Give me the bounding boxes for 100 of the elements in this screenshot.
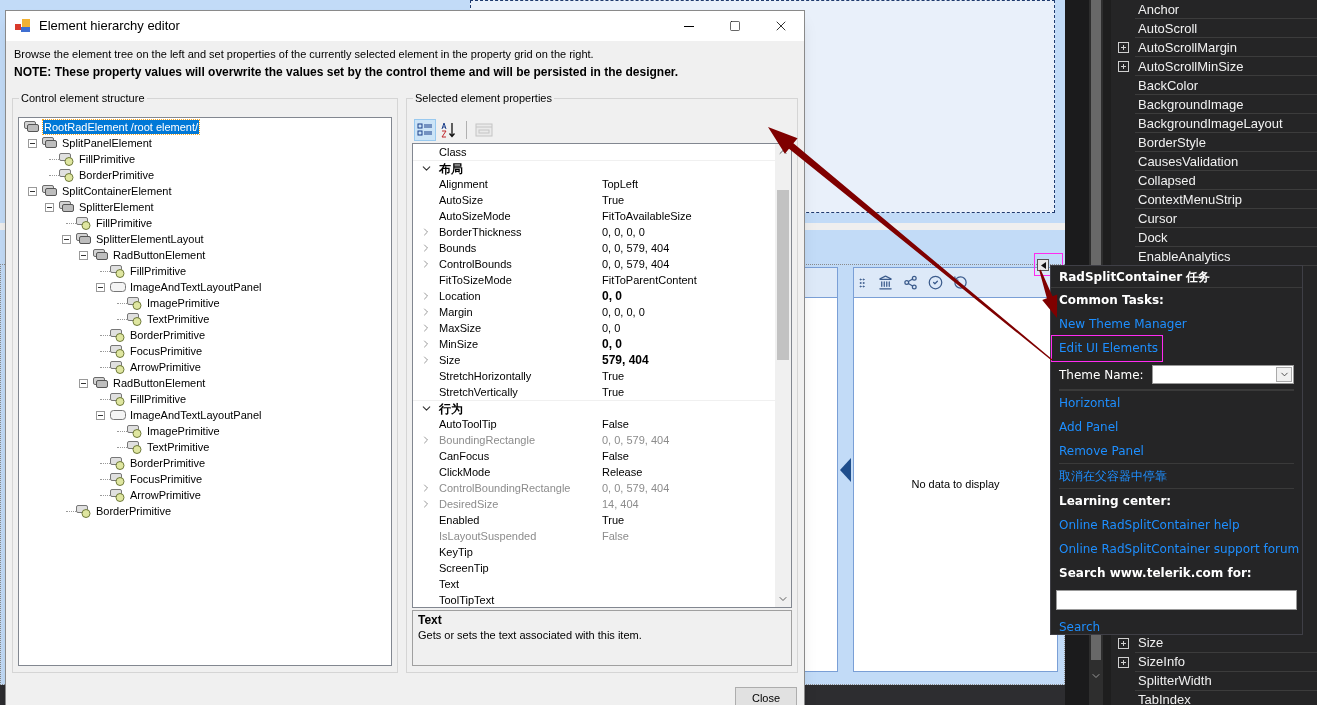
- task-link[interactable]: 取消在父容器中停靠: [1059, 467, 1167, 485]
- theme-name-label: Theme Name:: [1059, 366, 1144, 384]
- property-value: 0, 0, 579, 404: [602, 240, 670, 256]
- property-name: Dock: [1138, 229, 1168, 247]
- property-name: BackColor: [1138, 77, 1198, 95]
- property-name: EnableAnalytics: [1138, 248, 1231, 266]
- property-name: Text: [439, 577, 460, 590]
- category-label: 布局: [439, 160, 463, 177]
- task-link[interactable]: Remove Panel: [1059, 442, 1144, 460]
- task-link[interactable]: Online RadSplitContainer support forum: [1059, 540, 1300, 558]
- window-title: Element hierarchy editor: [39, 17, 180, 36]
- property-name: StretchHorizontally: [439, 369, 532, 382]
- tree-item[interactable]: SplitterElement: [78, 200, 155, 214]
- tree-item[interactable]: FillPrimitive: [129, 264, 188, 278]
- tree-item[interactable]: ImageAndTextLayoutPanel: [129, 280, 263, 294]
- help-title: Text: [418, 613, 443, 628]
- tree-item[interactable]: FillPrimitive: [95, 216, 154, 230]
- property-value: TopLeft: [602, 176, 639, 192]
- description-text: Browse the element tree on the left and set properties of the currently selected element in the property grid on the right.: [14, 46, 594, 62]
- property-name: Anchor: [1138, 1, 1180, 19]
- section-heading: Common Tasks:: [1059, 292, 1164, 309]
- tree-item[interactable]: BorderPrimitive: [78, 168, 156, 182]
- property-name: ScreenTip: [439, 561, 489, 574]
- property-name: StretchVertically: [439, 385, 518, 398]
- tree-item[interactable]: FillPrimitive: [78, 152, 137, 166]
- property-name: BackgroundImage: [1138, 96, 1244, 114]
- property-value: 0, 0, 579, 404: [602, 256, 670, 272]
- section-heading: Learning center:: [1059, 493, 1172, 510]
- property-name: Cursor: [1138, 210, 1177, 228]
- task-link[interactable]: Edit UI Elements: [1051, 334, 1164, 362]
- property-value: 0, 0: [602, 320, 621, 336]
- tree-item[interactable]: SplitContainerElement: [61, 184, 173, 198]
- tree-item[interactable]: RootRadElement /root element/: [43, 120, 200, 134]
- property-name: BoundingRectangle: [439, 433, 536, 446]
- property-value: 0, 0, 579, 404: [602, 432, 670, 448]
- property-name: Collapsed: [1138, 172, 1196, 190]
- property-value: 14, 404: [602, 496, 639, 512]
- property-name: SizeInfo: [1138, 652, 1185, 671]
- tree-item[interactable]: RadButtonElement: [112, 248, 207, 262]
- property-name: CausesValidation: [1138, 153, 1239, 171]
- tree-item[interactable]: ImageAndTextLayoutPanel: [129, 408, 263, 422]
- help-text: Gets or sets the text associated with this item.: [418, 628, 643, 642]
- tree-item[interactable]: ImagePrimitive: [146, 296, 221, 310]
- property-name: DesiredSize: [439, 497, 499, 510]
- property-name: BorderThickness: [439, 225, 522, 238]
- property-name: ControlBoundingRectangle: [439, 481, 571, 494]
- property-value: True: [602, 192, 625, 208]
- tree-item[interactable]: SplitPanelElement: [61, 136, 153, 150]
- tree-item[interactable]: BorderPrimitive: [129, 456, 207, 470]
- property-name: ContextMenuStrip: [1138, 191, 1243, 209]
- tree-item[interactable]: FocusPrimitive: [129, 472, 204, 486]
- property-name: ControlBounds: [439, 257, 512, 270]
- tree-item[interactable]: FillPrimitive: [129, 392, 188, 406]
- property-name: Margin: [439, 305, 473, 318]
- property-name: TabIndex: [1138, 690, 1191, 705]
- tree-item[interactable]: BorderPrimitive: [95, 504, 173, 518]
- panel-title: RadSplitContainer 任务: [1059, 268, 1211, 286]
- property-value: True: [602, 512, 625, 528]
- section-heading: Search www.telerik.com for:: [1059, 565, 1252, 582]
- property-value: 0, 0, 0, 0: [602, 304, 645, 320]
- property-value: Release: [602, 464, 643, 480]
- property-name: AutoToolTip: [439, 417, 497, 430]
- property-value: 579, 404: [602, 352, 649, 369]
- tree-item[interactable]: ImagePrimitive: [146, 424, 221, 438]
- property-value: False: [602, 528, 629, 544]
- note-text: NOTE: These property values will overwrite the values set by the control theme and will be persisted in the designer.: [14, 64, 679, 81]
- tree-item[interactable]: SplitterElementLayout: [95, 232, 205, 246]
- property-name: SplitterWidth: [1138, 671, 1212, 690]
- property-name: Size: [439, 353, 461, 366]
- property-name: Location: [439, 289, 481, 302]
- property-name: AutoSizeMode: [439, 209, 511, 222]
- tree-item[interactable]: RadButtonElement: [112, 376, 207, 390]
- tree-item[interactable]: TextPrimitive: [146, 312, 211, 326]
- tree-item[interactable]: ArrowPrimitive: [129, 488, 202, 502]
- task-link[interactable]: Add Panel: [1059, 418, 1119, 436]
- property-name: CanFocus: [439, 449, 490, 462]
- property-name: FitToSizeMode: [439, 273, 512, 286]
- property-name: ToolTipText: [439, 593, 495, 606]
- property-name: Alignment: [439, 177, 488, 190]
- tree-item[interactable]: TextPrimitive: [146, 440, 211, 454]
- close-dialog-button[interactable]: Close: [735, 687, 797, 705]
- property-value: False: [602, 448, 629, 464]
- task-link[interactable]: Search: [1059, 618, 1101, 636]
- task-link[interactable]: Horizontal: [1059, 394, 1121, 412]
- category-label: 行为: [439, 400, 463, 417]
- property-value: 0, 0, 579, 404: [602, 480, 670, 496]
- property-name: KeyTip: [439, 545, 473, 558]
- group-title: Control element structure: [19, 92, 147, 105]
- task-link[interactable]: Online RadSplitContainer help: [1059, 516, 1240, 534]
- task-link[interactable]: New Theme Manager: [1059, 315, 1187, 333]
- empty-message: No data to display: [911, 477, 1000, 493]
- property-value: 0, 0: [602, 288, 622, 305]
- tree-item[interactable]: BorderPrimitive: [129, 328, 207, 342]
- property-name: Enabled: [439, 513, 480, 526]
- property-name: Class: [439, 145, 467, 158]
- property-name: ClickMode: [439, 465, 491, 478]
- tree-item[interactable]: ArrowPrimitive: [129, 360, 202, 374]
- tree-item[interactable]: FocusPrimitive: [129, 344, 204, 358]
- property-name: AutoScrollMargin: [1138, 39, 1237, 57]
- property-name: MaxSize: [439, 321, 482, 334]
